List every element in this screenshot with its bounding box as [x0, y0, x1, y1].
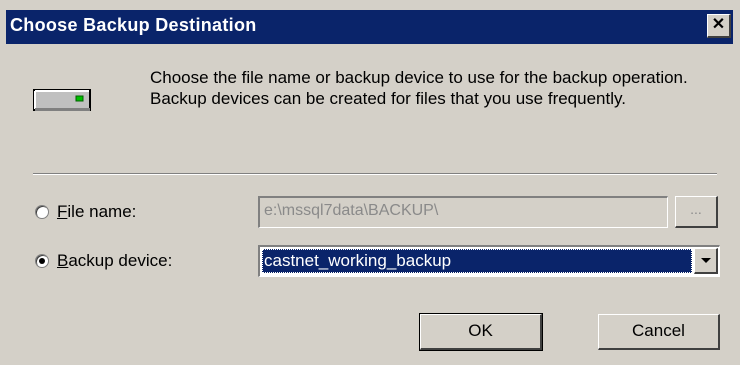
file-name-radio[interactable]	[35, 205, 49, 219]
backup-device-option[interactable]: Backup device:	[35, 249, 172, 273]
dialog-title: Choose Backup Destination	[10, 15, 257, 35]
backup-device-label[interactable]: Backup device:	[57, 251, 172, 271]
cancel-button[interactable]: Cancel	[598, 314, 720, 350]
backup-device-dropdown[interactable]: castnet_working_backup	[258, 245, 720, 277]
close-button[interactable]: ✕	[707, 14, 731, 38]
description-text: Choose the file name or backup device to…	[150, 68, 688, 108]
browse-button: ...	[675, 196, 718, 228]
ok-button[interactable]: OK	[419, 313, 543, 351]
close-icon: ✕	[711, 16, 726, 33]
backup-device-icon	[33, 89, 91, 111]
file-name-field: e:\mssql7data\BACKUP\	[258, 196, 668, 228]
file-name-option[interactable]: File name:	[35, 200, 136, 224]
backup-device-radio[interactable]	[35, 254, 49, 268]
file-name-label[interactable]: File name:	[57, 202, 136, 222]
separator	[33, 173, 717, 175]
backup-destination-dialog: Choose Backup Destination ✕ Choose the f…	[0, 0, 740, 365]
backup-device-selected-value[interactable]: castnet_working_backup	[262, 249, 692, 273]
chevron-down-icon[interactable]	[694, 248, 718, 274]
title-bar[interactable]: Choose Backup Destination ✕	[6, 10, 733, 44]
